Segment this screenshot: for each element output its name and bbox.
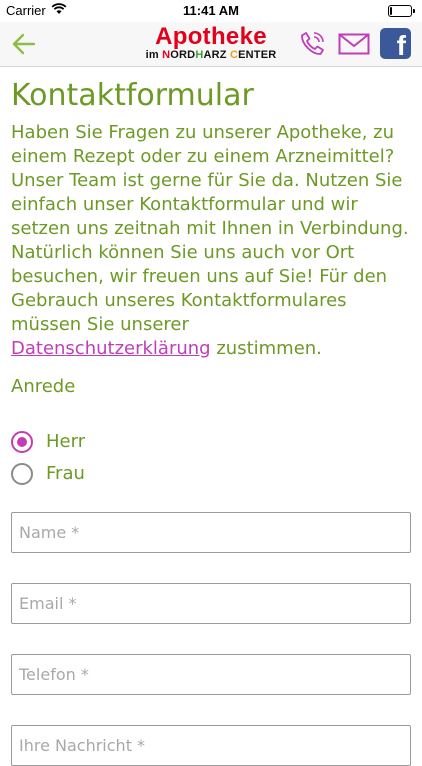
radio-button-icon[interactable] — [11, 463, 33, 485]
radio-label: Herr — [46, 431, 86, 452]
message-field[interactable] — [11, 725, 411, 766]
arrow-left-icon — [12, 33, 36, 55]
page-title: Kontaktformular — [11, 78, 254, 113]
logo-subtitle: im NORDHARZ CENTER — [145, 49, 277, 61]
contact-content: Kontaktformular Haben Sie Fragen zu unse… — [11, 67, 411, 766]
radio-button-icon[interactable] — [11, 431, 33, 453]
status-time: 11:41 AM — [183, 3, 239, 18]
navigation-bar: Apotheke im NORDHARZ CENTER f — [0, 22, 422, 67]
status-bar: Carrier 11:41 AM — [0, 0, 422, 22]
intro-text: Haben Sie Fragen zu unserer Apotheke, zu… — [11, 122, 409, 359]
pharmacy-logo: Apotheke im NORDHARZ CENTER — [132, 25, 290, 63]
name-field[interactable] — [11, 512, 411, 553]
back-button[interactable] — [10, 30, 38, 58]
mail-button[interactable] — [338, 33, 370, 55]
facebook-icon: f — [396, 30, 406, 61]
salutation-option-herr[interactable]: Herr — [11, 427, 411, 459]
radio-label: Frau — [46, 463, 85, 484]
phone-icon — [301, 32, 324, 55]
salutation-label: Anrede — [11, 376, 76, 397]
logo-title: Apotheke — [155, 23, 267, 50]
salutation-option-frau[interactable]: Frau — [11, 459, 411, 491]
facebook-button[interactable]: f — [380, 28, 411, 61]
email-field[interactable] — [11, 583, 411, 624]
phone-field[interactable] — [11, 654, 411, 695]
mail-icon — [338, 33, 370, 55]
battery-icon — [388, 5, 415, 17]
phone-button[interactable] — [298, 30, 326, 58]
privacy-policy-link[interactable]: Datenschutzerklärung — [11, 338, 211, 359]
